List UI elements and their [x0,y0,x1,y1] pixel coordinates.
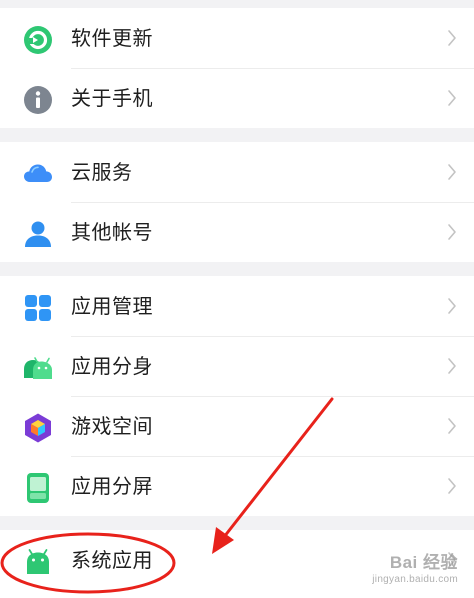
baidu-jingyan-watermark: Bai 经验 jingyan.baidu.com [372,548,458,585]
settings-item-label: 系统应用 [71,548,153,572]
settings-item-cloud-service[interactable]: 云服务 [0,142,474,202]
person-icon [25,221,51,247]
settings-item-label: 其他帐号 [71,220,153,244]
settings-group-system-info: 软件更新 关于手机 [0,8,474,128]
chevron-right-icon [448,418,456,434]
watermark-brand: Bai 经验 [389,553,458,572]
chevron-right-icon [448,30,456,46]
settings-item-app-clone[interactable]: 应用分身 [0,336,474,396]
split-screen-icon [27,473,49,503]
settings-item-label: 应用管理 [71,294,153,318]
settings-item-label: 应用分屏 [71,474,153,498]
settings-item-label: 游戏空间 [71,414,153,438]
settings-item-label: 应用分身 [71,354,153,378]
settings-item-app-management[interactable]: 应用管理 [0,276,474,336]
game-cube-icon [25,413,51,443]
software-update-icon [24,26,52,54]
settings-item-label: 软件更新 [71,26,153,50]
watermark-url: jingyan.baidu.com [372,574,458,585]
android-system-icon [27,549,49,574]
cloud-icon [24,164,52,182]
info-icon [24,86,52,114]
settings-item-other-accounts[interactable]: 其他帐号 [0,202,474,262]
settings-item-label: 云服务 [71,160,133,184]
settings-screen: 软件更新 关于手机 云服务 其他帐号 应用管理 应用分身 游戏空间 应用分屏 系… [0,0,474,598]
settings-item-split-screen[interactable]: 应用分屏 [0,456,474,516]
chevron-right-icon [448,224,456,240]
settings-item-label: 关于手机 [71,86,153,110]
settings-item-software-update[interactable]: 软件更新 [0,8,474,68]
chevron-right-icon [448,90,456,106]
settings-item-game-space[interactable]: 游戏空间 [0,396,474,456]
settings-group-accounts: 云服务 其他帐号 [0,142,474,262]
chevron-right-icon [448,478,456,494]
android-clone-icon [24,357,52,379]
chevron-right-icon [448,358,456,374]
settings-group-apps: 应用管理 应用分身 游戏空间 应用分屏 [0,276,474,516]
settings-item-about-phone[interactable]: 关于手机 [0,68,474,128]
app-grid-icon [25,295,51,321]
chevron-right-icon [448,164,456,180]
chevron-right-icon [448,298,456,314]
